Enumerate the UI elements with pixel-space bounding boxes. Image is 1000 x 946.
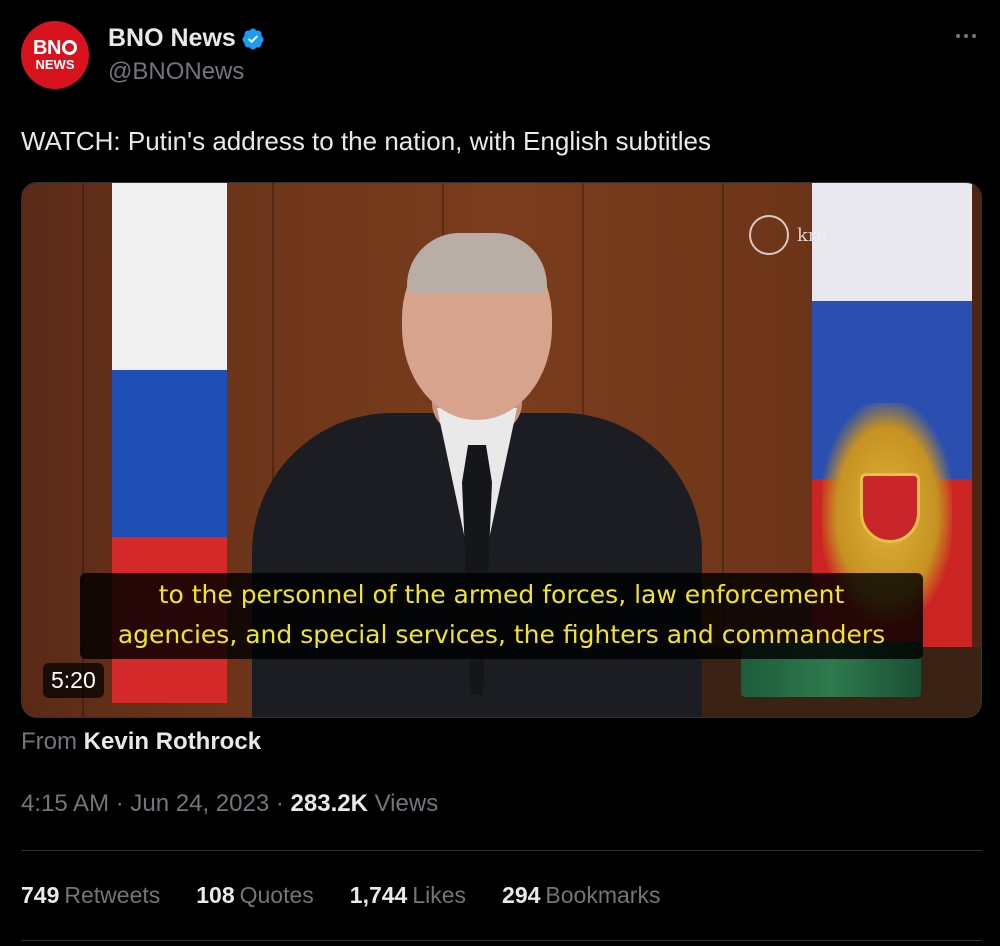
author-name-row: BNO News bbox=[108, 24, 265, 53]
quotes-count: 108 bbox=[196, 882, 235, 908]
tweet-text: WATCH: Putin's address to the nation, wi… bbox=[21, 126, 711, 156]
retweets-label: Retweets bbox=[64, 882, 161, 908]
subtitle-line-1: to the personnel of the armed forces, la… bbox=[158, 580, 845, 609]
meta-separator: · bbox=[275, 790, 284, 817]
source-prefix: From bbox=[21, 728, 77, 755]
meta-separator: · bbox=[115, 790, 124, 817]
engagement-stats: 749 Retweets 108 Quotes 1,744 Likes 294 Book… bbox=[21, 882, 696, 909]
kremlin-watermark: kre bbox=[749, 215, 827, 255]
tweet-date[interactable]: Jun 24, 2023 bbox=[130, 790, 269, 817]
avatar-text-news: NEWS bbox=[35, 57, 75, 72]
eagle-crest-icon bbox=[749, 215, 789, 255]
avatar-text-bn: BN bbox=[33, 37, 61, 59]
watermark-text: kre bbox=[797, 224, 828, 246]
tweet-time[interactable]: 4:15 AM bbox=[21, 790, 109, 817]
retweets-count: 749 bbox=[21, 882, 60, 908]
verified-badge-icon bbox=[242, 28, 264, 49]
more-options-icon[interactable] bbox=[950, 24, 982, 48]
stat-retweets[interactable]: 749 Retweets bbox=[21, 882, 160, 909]
video-source: From Kevin Rothrock bbox=[21, 728, 261, 756]
divider bbox=[21, 850, 982, 851]
quotes-label: Quotes bbox=[239, 882, 314, 908]
stat-quotes[interactable]: 108 Quotes bbox=[196, 882, 314, 909]
bookmarks-label: Bookmarks bbox=[545, 882, 661, 908]
author-name[interactable]: BNO News bbox=[108, 24, 236, 53]
views-label: Views bbox=[374, 790, 439, 817]
bookmarks-count: 294 bbox=[502, 882, 541, 908]
video-duration-badge: 5:20 bbox=[43, 663, 104, 698]
avatar-ring-icon bbox=[61, 40, 77, 55]
divider bbox=[21, 940, 982, 941]
stat-bookmarks[interactable]: 294 Bookmarks bbox=[502, 882, 660, 909]
subtitle-line-2: agencies, and special services, the figh… bbox=[117, 620, 886, 649]
views-count: 283.2K bbox=[290, 790, 368, 817]
video-player[interactable]: kre to the personnel of the armed forces… bbox=[21, 182, 982, 718]
video-subtitles: to the personnel of the armed forces, la… bbox=[80, 573, 923, 659]
likes-count: 1,744 bbox=[349, 882, 408, 908]
source-name[interactable]: Kevin Rothrock bbox=[84, 728, 261, 755]
tweet-meta: 4:15 AM · Jun 24, 2023 · 283.2K Views bbox=[21, 790, 438, 818]
avatar[interactable]: BN NEWS bbox=[21, 21, 89, 89]
author-handle[interactable]: @BNONews bbox=[108, 58, 244, 86]
likes-label: Likes bbox=[412, 882, 467, 908]
stat-likes[interactable]: 1,744 Likes bbox=[350, 882, 466, 909]
